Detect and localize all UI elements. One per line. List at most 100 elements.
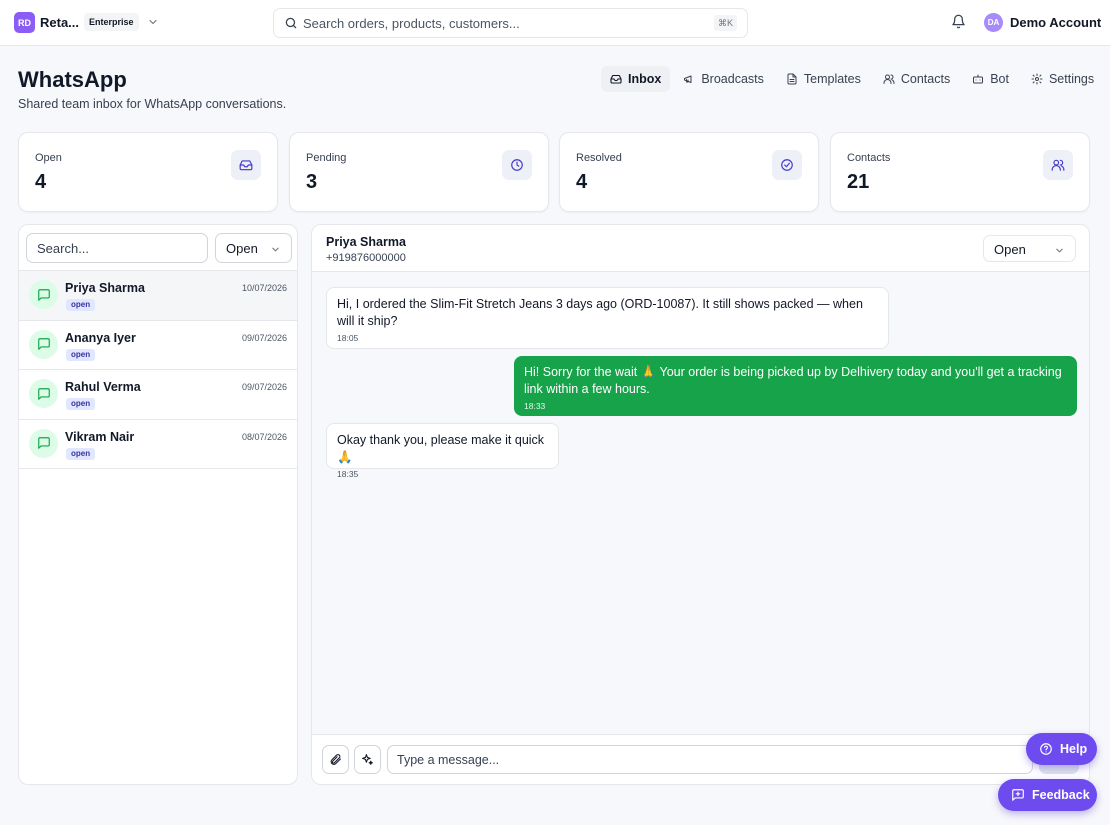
conversation-name: Vikram Nair — [65, 429, 135, 444]
message-text: Hi, I ordered the Slim-Fit Stretch Jeans… — [337, 297, 863, 328]
check-circle-icon — [772, 150, 802, 180]
status-badge: open — [66, 348, 96, 361]
users-icon — [1043, 150, 1073, 180]
attach-button[interactable] — [322, 745, 349, 774]
stat-value: 21 — [847, 171, 870, 193]
org-name[interactable]: Reta... — [40, 15, 79, 30]
feedback-button[interactable]: Feedback — [998, 779, 1097, 811]
stat-label: Pending — [306, 152, 347, 164]
top-bar: RD Reta... Enterprise ⌘K DA Demo Account — [0, 0, 1110, 46]
users-icon — [883, 73, 895, 85]
message-time: 18:05 — [337, 333, 359, 343]
stat-card-contacts: Contacts 21 — [830, 132, 1090, 212]
stat-label: Open — [35, 152, 62, 164]
search-shortcut-hint: ⌘K — [713, 15, 737, 31]
message-input[interactable] — [387, 745, 1033, 774]
chat-panel: Priya Sharma +919876000000 Open Hi, I or… — [311, 224, 1090, 785]
chevron-down-icon[interactable] — [147, 16, 159, 28]
conversation-search-input[interactable] — [26, 233, 208, 263]
conversation-item[interactable]: Vikram Nair open 08/07/2026 — [19, 419, 297, 469]
conversation-item[interactable]: Rahul Verma open 09/07/2026 — [19, 370, 297, 420]
conversation-item[interactable]: Priya Sharma open 10/07/2026 — [19, 271, 297, 321]
conversation-filter-select[interactable]: Open — [215, 233, 292, 263]
org-plan-badge: Enterprise — [84, 13, 139, 31]
stat-value: 4 — [576, 171, 588, 193]
stat-card-open: Open 4 — [18, 132, 278, 212]
message-text: Okay thank you, please make it quick 🙏 — [337, 433, 545, 464]
help-label: Help — [1060, 742, 1088, 756]
bell-icon[interactable] — [951, 14, 966, 29]
stat-card-resolved: Resolved 4 — [559, 132, 819, 212]
tab-templates[interactable]: Templates — [777, 66, 870, 92]
conversation-name: Rahul Verma — [65, 380, 141, 394]
stat-value: 3 — [306, 171, 318, 193]
chat-contact-name: Priya Sharma — [326, 235, 406, 249]
tab-label: Settings — [1048, 72, 1095, 86]
chevron-down-icon — [270, 244, 281, 255]
tab-contacts[interactable]: Contacts — [874, 66, 959, 92]
tab-settings[interactable]: Settings — [1022, 66, 1103, 92]
org-logo[interactable]: RD — [14, 12, 35, 33]
clock-icon — [502, 150, 532, 180]
conversation-name: Priya Sharma — [65, 281, 145, 295]
account-name[interactable]: Demo Account — [1010, 15, 1101, 30]
chat-header: Priya Sharma +919876000000 Open — [312, 225, 1089, 272]
message-square-icon — [29, 428, 58, 458]
conversation-list-panel: Open Priya Sharma open 10/07/2026 Ananya… — [18, 224, 298, 785]
conversation-date: 09/07/2026 — [241, 332, 287, 343]
message-bubble-incoming: Hi, I ordered the Slim-Fit Stretch Jeans… — [326, 287, 889, 349]
global-search[interactable]: ⌘K — [273, 8, 748, 38]
stat-label: Resolved — [576, 152, 622, 164]
status-badge: open — [66, 299, 96, 311]
help-circle-icon — [1039, 742, 1053, 756]
tab-label: Inbox — [628, 72, 662, 86]
stat-value: 4 — [35, 171, 47, 193]
conversation-name: Ananya Iyer — [65, 330, 136, 345]
file-text-icon — [786, 73, 798, 85]
tab-label: Bot — [990, 72, 1009, 86]
user-avatar[interactable]: DA — [984, 13, 1003, 32]
message-square-icon — [29, 329, 58, 359]
tab-broadcasts[interactable]: Broadcasts — [674, 66, 773, 92]
conversation-item[interactable]: Ananya Iyer open 09/07/2026 — [19, 320, 297, 370]
message-square-icon — [29, 379, 58, 408]
conversation-date: 10/07/2026 — [241, 283, 287, 293]
sparkles-icon — [361, 753, 374, 766]
global-search-input[interactable] — [303, 13, 703, 33]
message-composer — [312, 734, 1089, 784]
message-bubble-incoming: Okay thank you, please make it quick 🙏 1… — [326, 423, 559, 479]
tab-label: Contacts — [900, 72, 951, 86]
stat-label: Contacts — [847, 152, 891, 164]
message-text: Hi! Sorry for the wait 🙏 Your order is b… — [524, 365, 1062, 396]
ai-assist-button[interactable] — [354, 745, 381, 774]
message-time: 18:33 — [524, 401, 546, 411]
status-badge: open — [66, 398, 96, 410]
status-badge: open — [66, 447, 96, 460]
feedback-label: Feedback — [1032, 788, 1090, 802]
conversation-status-select[interactable]: Open — [983, 235, 1076, 262]
megaphone-icon — [683, 73, 695, 85]
inbox-icon — [610, 73, 622, 85]
filter-value: Open — [226, 241, 258, 256]
paperclip-icon — [329, 753, 342, 766]
tab-bot[interactable]: Bot — [963, 66, 1018, 92]
stat-card-pending: Pending 3 — [289, 132, 549, 212]
message-bubble-outgoing: Hi! Sorry for the wait 🙏 Your order is b… — [514, 356, 1077, 416]
gear-icon — [1031, 73, 1043, 85]
conversation-date: 09/07/2026 — [241, 382, 287, 392]
page-subtitle: Shared team inbox for WhatsApp conversat… — [18, 97, 287, 111]
inbox-icon — [231, 150, 261, 180]
tab-label: Broadcasts — [701, 72, 764, 86]
status-value: Open — [994, 242, 1026, 257]
bot-icon — [972, 73, 984, 85]
chevron-down-icon — [1054, 245, 1065, 256]
search-icon — [284, 16, 298, 30]
conversation-list: Priya Sharma open 10/07/2026 Ananya Iyer… — [19, 270, 297, 469]
message-time: 18:35 — [337, 469, 359, 479]
chat-contact-phone: +919876000000 — [326, 252, 406, 264]
help-button[interactable]: Help — [1026, 733, 1097, 765]
message-square-icon — [29, 280, 58, 309]
page-title: WhatsApp — [18, 67, 127, 92]
message-plus-icon — [1011, 788, 1025, 802]
tab-inbox[interactable]: Inbox — [601, 66, 671, 92]
